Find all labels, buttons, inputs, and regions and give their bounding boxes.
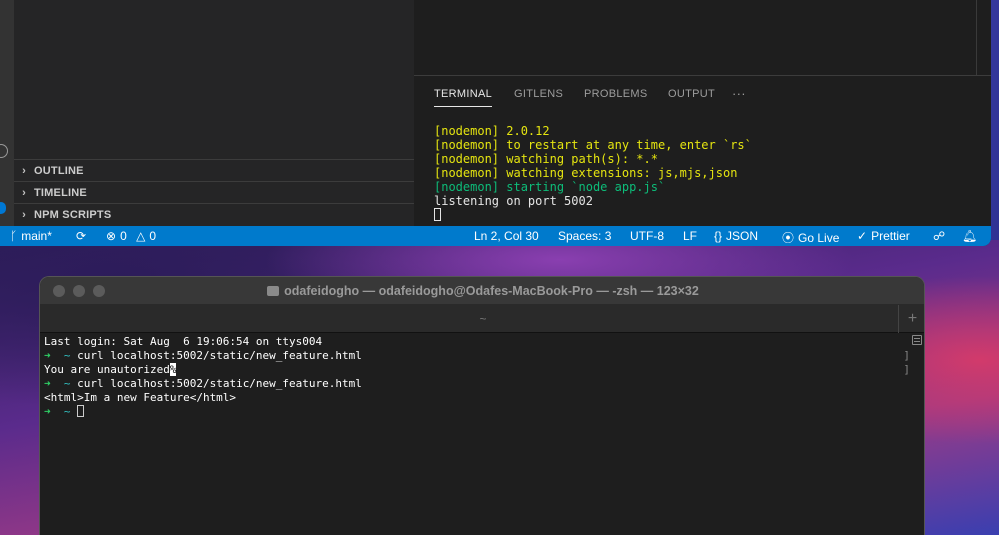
warning-count: 0 — [149, 229, 157, 243]
terminal-line: Last login: Sat Aug 6 19:06:54 on ttys00… — [44, 335, 323, 348]
prompt-dir: ~ — [63, 349, 71, 362]
mark-bracket: ] — [903, 349, 910, 362]
prettier-button[interactable]: ✓ Prettier — [857, 229, 910, 243]
terminal-line: You are unautorized% — [44, 363, 362, 377]
vscode-window: › OUTLINE › TIMELINE › NPM SCRIPTS TERMI… — [0, 0, 991, 246]
prompt-arrow: ➜ — [44, 377, 51, 390]
terminal-line: [nodemon] watching path(s): *.* — [434, 152, 658, 166]
terminal-line: <html>Im a new Feature</html> — [44, 391, 237, 404]
terminal-content[interactable]: Last login: Sat Aug 6 19:06:54 on ttys00… — [44, 335, 362, 419]
panel-tabs: TERMINAL GITLENS PROBLEMS OUTPUT ··· › n… — [414, 76, 991, 112]
folder-icon — [267, 286, 280, 296]
chevron-right-icon: › — [22, 164, 26, 177]
mark-bracket: ] — [903, 363, 910, 376]
warning-icon: △ — [136, 229, 146, 243]
tab-gitlens[interactable]: GITLENS — [514, 88, 563, 100]
bottom-panel: TERMINAL GITLENS PROBLEMS OUTPUT ··· › n… — [414, 75, 991, 226]
encoding[interactable]: UTF-8 — [630, 229, 664, 243]
terminal-line: ➜ ~ curl localhost:5002/static/new_featu… — [44, 349, 362, 363]
terminal-cursor — [77, 405, 85, 417]
command-text: curl localhost:5002/static/new_feature.h… — [77, 377, 362, 390]
accounts-icon[interactable] — [0, 144, 8, 158]
activity-bar — [0, 0, 14, 226]
git-branch-icon: ᚴ — [10, 229, 18, 243]
sync-icon[interactable]: ⟳ — [76, 229, 86, 243]
terminal-output[interactable]: [nodemon] 2.0.12 [nodemon] to restart at… — [434, 124, 752, 222]
sidebar: › OUTLINE › TIMELINE › NPM SCRIPTS — [14, 0, 414, 226]
terminal-line: listening on port 5002 — [434, 194, 593, 208]
sidebar-section-outline[interactable]: › OUTLINE — [14, 159, 414, 181]
command-text: curl localhost:5002/static/new_feature.h… — [77, 349, 362, 362]
indentation[interactable]: Spaces: 3 — [558, 229, 611, 243]
prompt-arrow: ➜ — [44, 349, 51, 362]
window-title: odafeidogho — odafeidogho@Odafes-MacBook… — [40, 284, 924, 298]
end-of-line[interactable]: LF — [683, 229, 697, 243]
more-actions-icon[interactable]: ··· — [732, 86, 746, 101]
terminal-tab[interactable]: ~ — [40, 312, 924, 326]
branch-name: main* — [21, 229, 52, 243]
terminal-line: [nodemon] to restart at any time, enter … — [434, 138, 752, 152]
go-live-button[interactable]: ⦿ Go Live — [782, 229, 839, 246]
language-label: JSON — [726, 229, 759, 243]
chevron-right-icon: › — [22, 186, 26, 199]
notification-badge — [0, 202, 6, 214]
cursor-position[interactable]: Ln 2, Col 30 — [474, 229, 539, 243]
bell-icon[interactable]: 🔔︎ — [962, 229, 977, 243]
terminal-line: [nodemon] starting `node app.js` — [434, 180, 666, 194]
sidebar-section-label: TIMELINE — [34, 186, 87, 199]
language-mode[interactable]: {} JSON — [714, 229, 758, 243]
check-all-icon: ✓ — [857, 229, 868, 243]
problems-indicator[interactable]: ⊗ 0 △ 0 — [106, 229, 156, 243]
terminal-tab-bar: ~ + — [40, 305, 924, 333]
terminal-titlebar[interactable]: odafeidogho — odafeidogho@Odafes-MacBook… — [40, 277, 924, 305]
broadcast-icon: ⦿ — [782, 231, 795, 245]
sidebar-section-label: NPM SCRIPTS — [34, 208, 112, 221]
sidebar-section-npm-scripts[interactable]: › NPM SCRIPTS — [14, 203, 414, 225]
sidebar-section-label: OUTLINE — [34, 164, 84, 177]
tab-output[interactable]: OUTPUT — [668, 88, 715, 100]
braces-icon: {} — [714, 229, 723, 243]
prompt-dir: ~ — [63, 377, 71, 390]
no-newline-marker: % — [169, 363, 177, 376]
editor-scrollbar — [976, 0, 977, 75]
go-live-label: Go Live — [798, 231, 840, 245]
prompt-dir: ~ — [63, 405, 71, 418]
branch-indicator[interactable]: ᚴ main* — [10, 229, 52, 243]
command-output: You are unautorized — [44, 363, 170, 376]
tab-terminal[interactable]: TERMINAL — [434, 88, 493, 107]
terminal-line: [nodemon] 2.0.12 — [434, 124, 550, 138]
tab-problems[interactable]: PROBLEMS — [584, 88, 648, 100]
sidebar-section-timeline[interactable]: › TIMELINE — [14, 181, 414, 203]
terminal-cursor-line — [434, 208, 752, 222]
prompt-arrow: ➜ — [44, 405, 51, 418]
scrollback-marks-icon[interactable] — [912, 335, 922, 345]
terminal-line: [nodemon] watching extensions: js,mjs,js… — [434, 166, 738, 180]
editor-area[interactable] — [414, 0, 991, 75]
macos-terminal-window: odafeidogho — odafeidogho@Odafes-MacBook… — [39, 276, 925, 535]
feedback-icon[interactable]: ☍ — [933, 229, 945, 243]
terminal-line: ➜ ~ — [44, 405, 362, 419]
window-title-text: odafeidogho — odafeidogho@Odafes-MacBook… — [284, 284, 699, 298]
chevron-right-icon: › — [22, 208, 26, 221]
terminal-cursor — [434, 208, 441, 221]
prettier-label: Prettier — [871, 229, 910, 243]
error-count: 0 — [120, 229, 127, 243]
new-tab-icon[interactable]: + — [898, 305, 924, 333]
status-bar: ᚴ main* ⟳ ⊗ 0 △ 0 Ln 2, Col 30 Spaces: 3 UT… — [0, 226, 991, 246]
error-icon: ⊗ — [106, 229, 117, 243]
terminal-line: ➜ ~ curl localhost:5002/static/new_featu… — [44, 377, 362, 391]
